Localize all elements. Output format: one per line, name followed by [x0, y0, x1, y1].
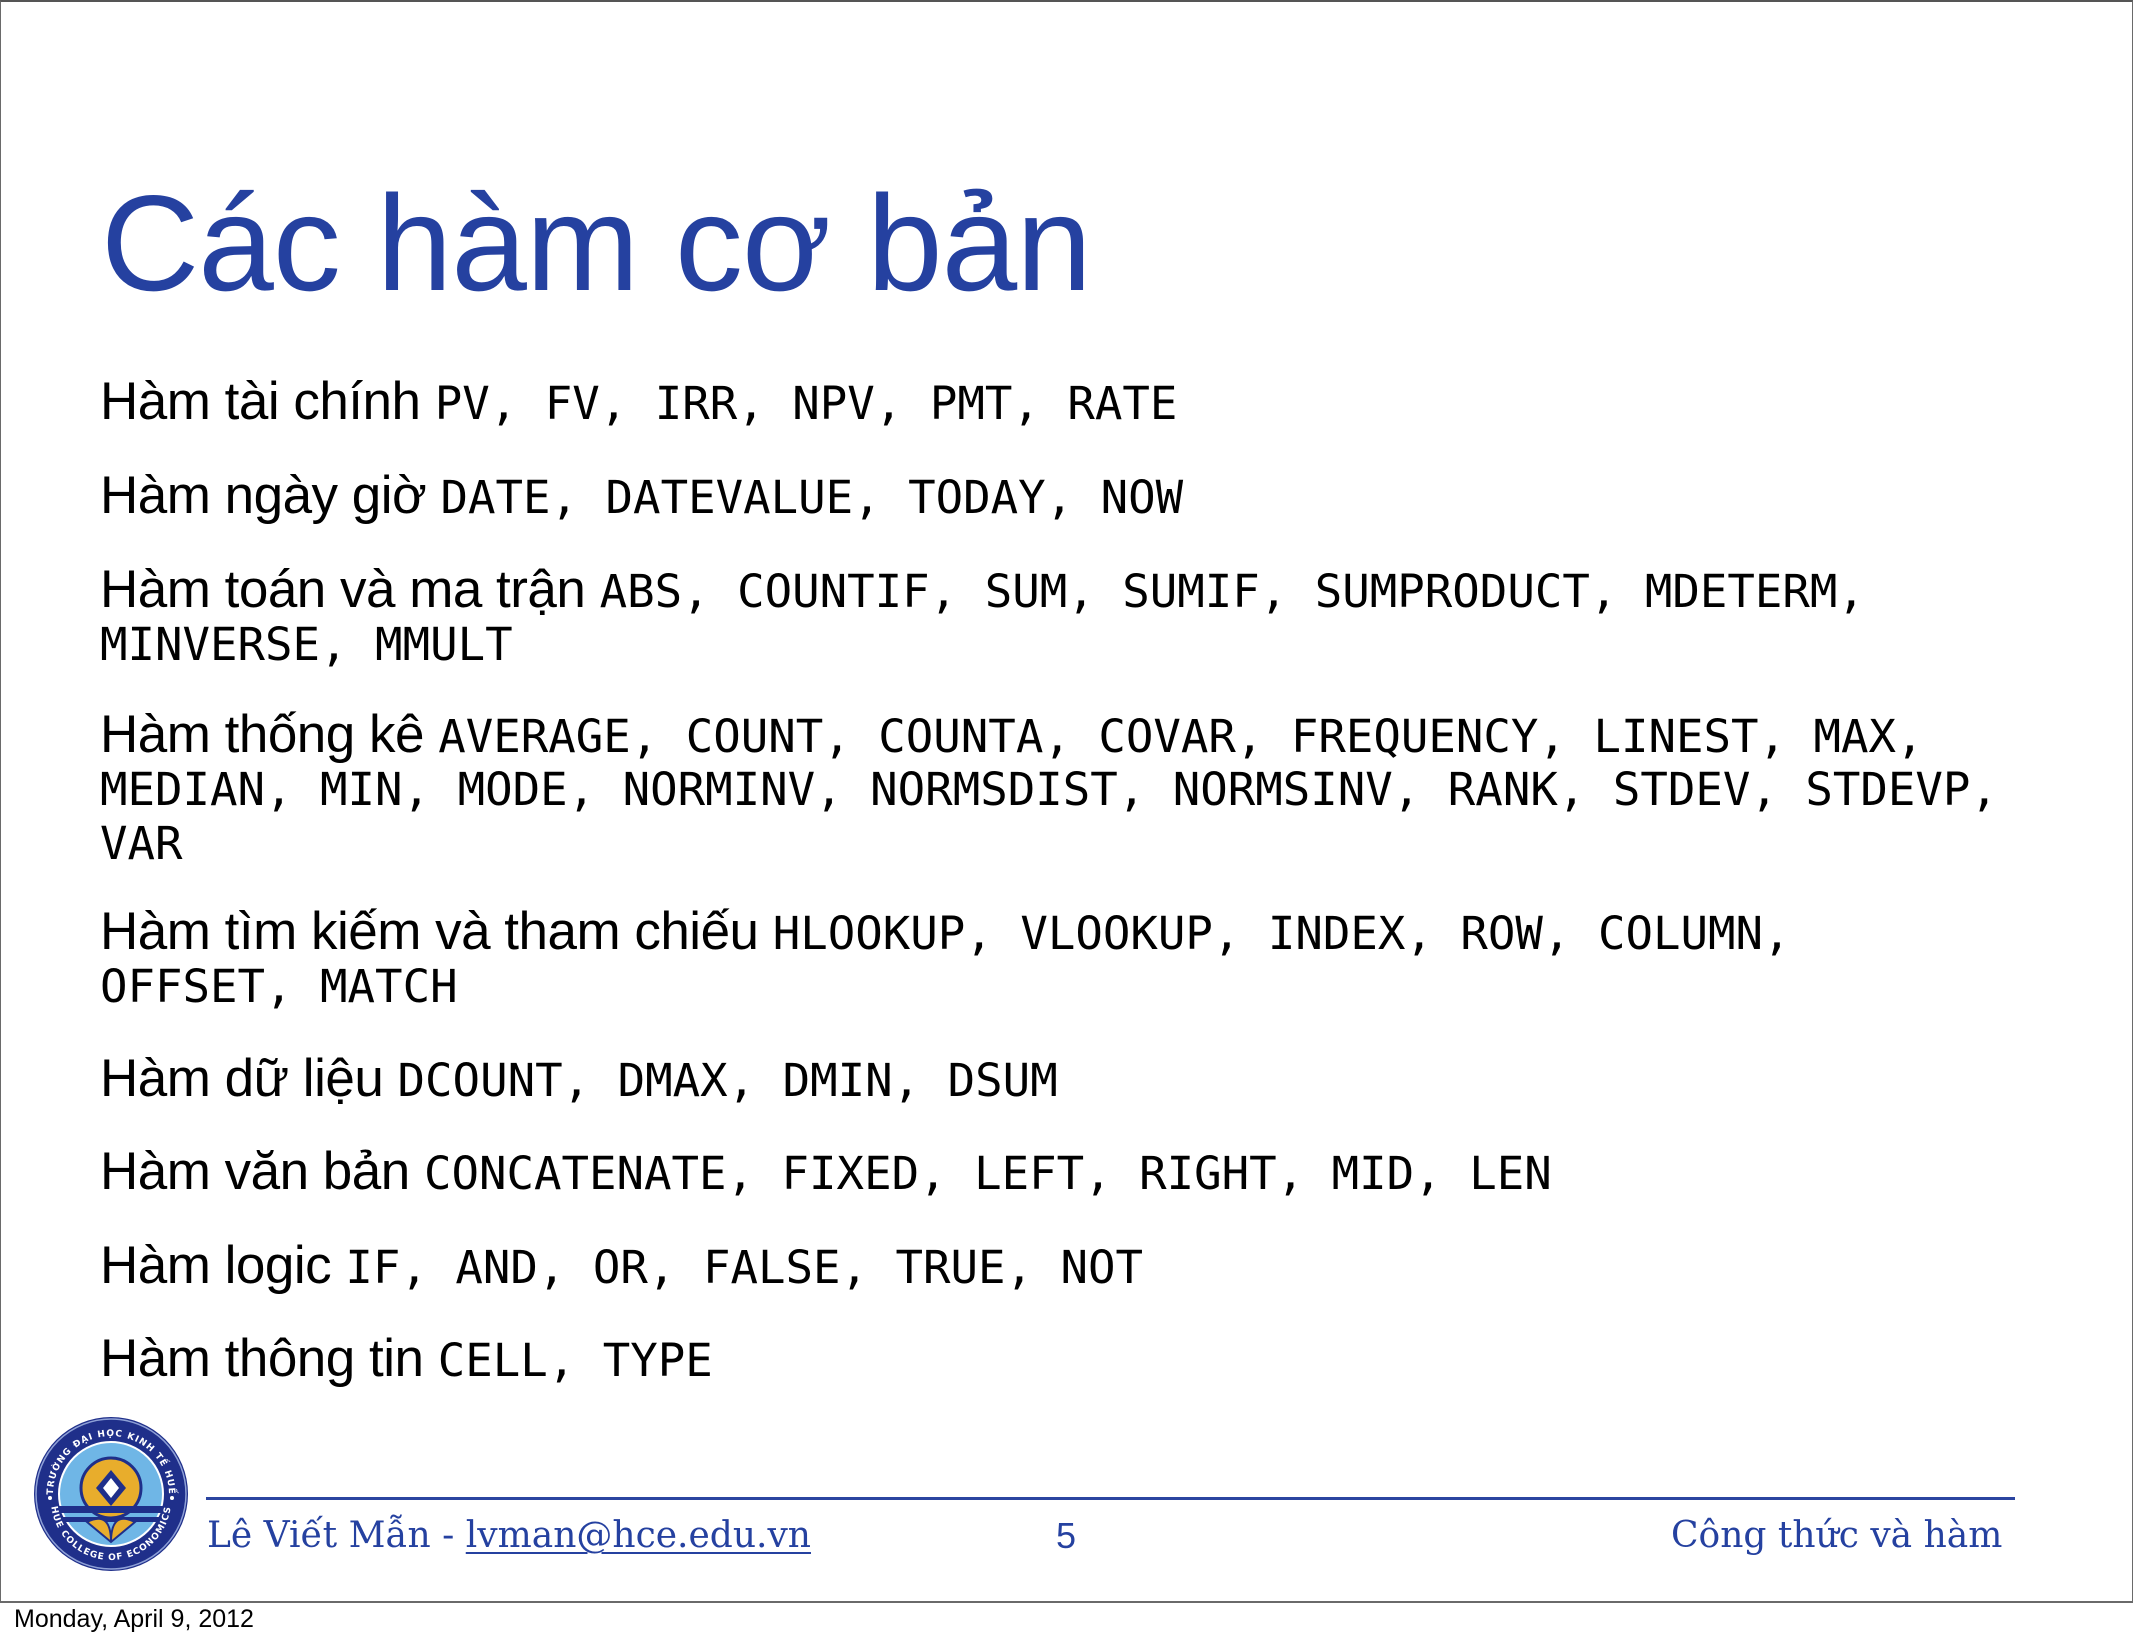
category-label: Hàm thống kê [100, 705, 439, 764]
category-label: Hàm văn bản [100, 1142, 424, 1201]
footer-author: Lê Viết Mẫn - lvman@hce.edu.vn [207, 1512, 811, 1560]
function-category-lookup-reference: Hàm tìm kiếm và tham chiếu HLOOKUP, VLOO… [100, 904, 1791, 1014]
function-list-continued: MINVERSE, MMULT [100, 618, 513, 671]
function-list: AVERAGE, COUNT, COUNTA, COVAR, FREQUENCY… [438, 710, 1924, 763]
author-name: Lê Viết Mẫn - [207, 1515, 466, 1556]
category-label: Hàm ngày giờ [100, 466, 441, 525]
function-list: CONCATENATE, FIXED, LEFT, RIGHT, MID, LE… [423, 1147, 1552, 1200]
function-category-logic: Hàm logic IF, AND, OR, FALSE, TRUE, NOT [100, 1236, 1144, 1295]
category-label: Hàm dữ liệu [100, 1049, 398, 1108]
category-label: Hàm thông tin [100, 1329, 438, 1388]
print-date: Monday, April 9, 2012 [14, 1605, 254, 1633]
page-number: 5 [1056, 1515, 1077, 1556]
function-list: PV, FV, IRR, NPV, PMT, RATE [434, 377, 1178, 430]
function-category-datetime: Hàm ngày giờ DATE, DATEVALUE, TODAY, NOW [100, 466, 1184, 525]
function-category-math-matrix: Hàm toán và ma trận ABS, COUNTIF, SUM, S… [100, 562, 1865, 672]
footer-divider [206, 1497, 2015, 1500]
slide-title: Các hàm cơ bản [101, 167, 1092, 319]
category-label: Hàm logic [100, 1236, 346, 1295]
footer-section-title: Công thức và hàm [1671, 1515, 2003, 1556]
function-category-financial: Hàm tài chính PV, FV, IRR, NPV, PMT, RAT… [100, 372, 1178, 431]
category-label: Hàm tài chính [100, 372, 435, 431]
author-email-link[interactable]: lvman@hce.edu.vn [466, 1515, 811, 1556]
function-category-statistics: Hàm thống kê AVERAGE, COUNT, COUNTA, COV… [100, 707, 1998, 870]
function-category-database: Hàm dữ liệu DCOUNT, DMAX, DMIN, DSUM [100, 1049, 1058, 1108]
function-list: IF, AND, OR, FALSE, TRUE, NOT [345, 1241, 1144, 1294]
category-label: Hàm toán và ma trận [100, 560, 600, 619]
function-list: ABS, COUNTIF, SUM, SUMIF, SUMPRODUCT, MD… [599, 565, 1865, 618]
function-category-information: Hàm thông tin CELL, TYPE [100, 1329, 713, 1388]
function-category-text: Hàm văn bản CONCATENATE, FIXED, LEFT, RI… [100, 1142, 1552, 1201]
category-label: Hàm tìm kiếm và tham chiếu [100, 902, 773, 961]
function-list-continued: VAR [100, 817, 183, 870]
university-seal-icon: TRƯỜNG ĐẠI HỌC KINH TẾ HUẾ HUE COLLEGE O… [34, 1417, 188, 1571]
function-list-continued: MEDIAN, MIN, MODE, NORMINV, NORMSDIST, N… [100, 763, 1998, 816]
function-list: CELL, TYPE [437, 1334, 713, 1387]
function-list: DATE, DATEVALUE, TODAY, NOW [440, 471, 1184, 524]
function-list-continued: OFFSET, MATCH [100, 960, 458, 1013]
function-list: HLOOKUP, VLOOKUP, INDEX, ROW, COLUMN, [772, 907, 1791, 960]
slide: Các hàm cơ bản Hàm tài chính PV, FV, IRR… [0, 0, 2133, 1603]
function-list: DCOUNT, DMAX, DMIN, DSUM [397, 1054, 1058, 1107]
